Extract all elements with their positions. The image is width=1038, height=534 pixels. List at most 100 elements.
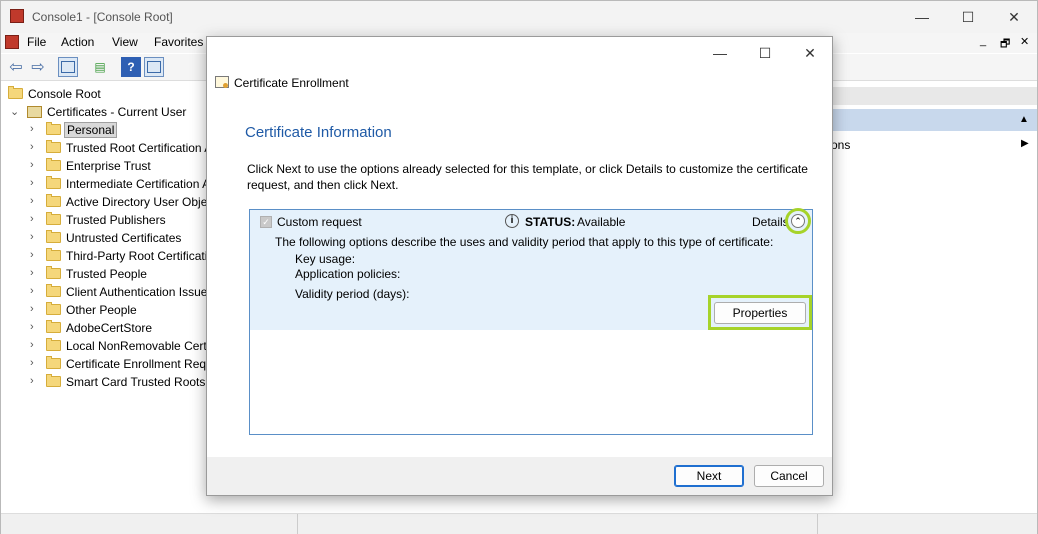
actions-header <box>831 87 1037 105</box>
folder-icon <box>46 266 61 279</box>
folder-icon <box>46 248 61 261</box>
help-icon[interactable]: ? <box>121 57 141 77</box>
chevron-right-icon[interactable]: › <box>30 141 34 153</box>
details-label[interactable]: Details <box>752 215 789 229</box>
chevron-right-icon[interactable]: › <box>30 249 34 261</box>
dialog-maximize-button[interactable]: ☐ <box>742 37 788 69</box>
dialog-close-button[interactable]: ✕ <box>787 37 833 69</box>
chevron-right-icon[interactable]: › <box>30 321 34 333</box>
folder-icon <box>8 86 23 99</box>
actions-pane <box>831 83 1037 511</box>
menu-action[interactable]: Action <box>61 35 94 49</box>
tree-item-label: Certificates - Current User <box>47 105 187 119</box>
chevron-right-icon[interactable]: › <box>30 339 34 351</box>
mmc-titlebar: Console1 - [Console Root] — ☐ ✕ <box>1 1 1037 33</box>
folder-icon <box>46 230 61 243</box>
mdi-close-button[interactable]: ✕ <box>1020 35 1029 48</box>
intro-text-line1: Click Next to use the options already se… <box>247 162 808 176</box>
certificate-store-icon <box>27 106 42 118</box>
certificate-icon <box>215 76 229 88</box>
application-policies-label: Application policies: <box>295 267 401 281</box>
certificate-enrollment-dialog: — ☐ ✕ Certificate Enrollment Certificate… <box>206 36 833 496</box>
folder-icon <box>46 140 61 153</box>
mdi-minimize-button[interactable]: _ <box>980 35 986 47</box>
tree-item-label: Third-Party Root Certificatio <box>66 249 215 263</box>
chevron-right-icon[interactable]: › <box>30 267 34 279</box>
folder-icon <box>46 374 61 387</box>
mmc-doc-icon <box>5 35 19 49</box>
tree-item-label: Certificate Enrollment Requ <box>66 357 213 371</box>
tree-item-label: Trusted Root Certification A <box>66 141 213 155</box>
chevron-up-icon[interactable]: ⌃ <box>791 214 805 228</box>
chevron-right-icon[interactable]: › <box>30 303 34 315</box>
tree-item-label: Other People <box>66 303 137 317</box>
actions-selected-section[interactable]: ▲ <box>831 109 1037 131</box>
chevron-right-icon[interactable]: › <box>30 123 34 135</box>
mmc-maximize-button[interactable]: ☐ <box>945 1 991 33</box>
show-action-pane-icon[interactable] <box>144 57 164 77</box>
chevron-right-icon[interactable]: › <box>30 213 34 225</box>
status-info-icon: i <box>505 214 519 228</box>
show-console-tree-icon[interactable] <box>58 57 78 77</box>
tree-item-label: Enterprise Trust <box>66 159 151 173</box>
chevron-right-icon[interactable]: › <box>30 231 34 243</box>
dialog-minimize-button[interactable]: — <box>697 37 743 69</box>
options-description: The following options describe the uses … <box>275 235 774 249</box>
folder-icon <box>46 122 61 135</box>
custom-request-label: Custom request <box>277 215 362 229</box>
request-details-section: ✓ Custom request i STATUS: Available Det… <box>250 208 812 330</box>
chevron-right-icon[interactable]: › <box>30 285 34 297</box>
dialog-app-title: Certificate Enrollment <box>234 76 349 90</box>
mdi-restore-button[interactable]: 🗗 <box>1000 35 1010 54</box>
folder-icon <box>46 158 61 171</box>
status-label: STATUS: <box>525 215 576 229</box>
folder-icon <box>46 320 61 333</box>
tree-item-label: Intermediate Certification A <box>66 177 211 191</box>
menu-view[interactable]: View <box>112 35 138 49</box>
tree-item-label: Console Root <box>28 87 101 101</box>
folder-icon <box>46 356 61 369</box>
cancel-button[interactable]: Cancel <box>754 465 824 487</box>
tree-item-label: Trusted Publishers <box>66 213 166 227</box>
properties-button[interactable]: Properties <box>714 302 806 324</box>
mmc-minimize-button[interactable]: — <box>899 1 945 33</box>
mmc-close-button[interactable]: ✕ <box>991 1 1037 33</box>
chevron-right-icon[interactable]: › <box>30 357 34 369</box>
next-button[interactable]: Next <box>674 465 744 487</box>
dialog-footer: Next Cancel <box>207 457 832 495</box>
chevron-down-icon[interactable]: ⌄ <box>10 105 19 118</box>
export-list-icon[interactable]: ▤ <box>90 57 110 77</box>
folder-icon <box>46 302 61 315</box>
tree-item-label: Client Authentication Issue <box>66 285 208 299</box>
submenu-arrow-icon[interactable]: ▶ <box>1021 138 1029 149</box>
mmc-app-icon <box>10 9 24 23</box>
tree-item-label: Active Directory User Objec <box>66 195 214 209</box>
enrollment-request-panel: ✓ Custom request i STATUS: Available Det… <box>249 208 813 435</box>
custom-request-checkbox[interactable]: ✓ <box>260 216 272 228</box>
collapse-up-icon[interactable]: ▲ <box>1019 114 1029 125</box>
menu-favorites[interactable]: Favorites <box>154 35 203 49</box>
tree-item-label: Trusted People <box>66 267 147 281</box>
tree-item-label: Smart Card Trusted Roots <box>66 375 206 389</box>
key-usage-label: Key usage: <box>295 252 356 266</box>
mmc-window-title: Console1 - [Console Root] <box>32 10 173 24</box>
validity-period-label: Validity period (days): <box>295 287 410 301</box>
chevron-right-icon[interactable]: › <box>30 195 34 207</box>
chevron-right-icon[interactable]: › <box>30 159 34 171</box>
tree-item-label: Untrusted Certificates <box>66 231 182 245</box>
folder-icon <box>46 176 61 189</box>
tree-item-label: AdobeCertStore <box>66 321 153 335</box>
menu-file[interactable]: File <box>27 35 46 49</box>
folder-icon <box>46 284 61 297</box>
folder-icon <box>46 212 61 225</box>
status-value: Available <box>577 215 626 229</box>
forward-arrow-icon[interactable]: ⇨ <box>28 57 48 77</box>
chevron-right-icon[interactable]: › <box>30 177 34 189</box>
back-arrow-icon[interactable]: ⇦ <box>6 57 26 77</box>
tree-item-label: Personal <box>64 122 118 138</box>
status-bar <box>1 513 1037 534</box>
tree-item-label: Local NonRemovable Certi <box>66 339 210 353</box>
chevron-right-icon[interactable]: › <box>30 375 34 387</box>
more-actions-link[interactable]: ons <box>831 138 850 152</box>
folder-icon <box>46 194 61 207</box>
